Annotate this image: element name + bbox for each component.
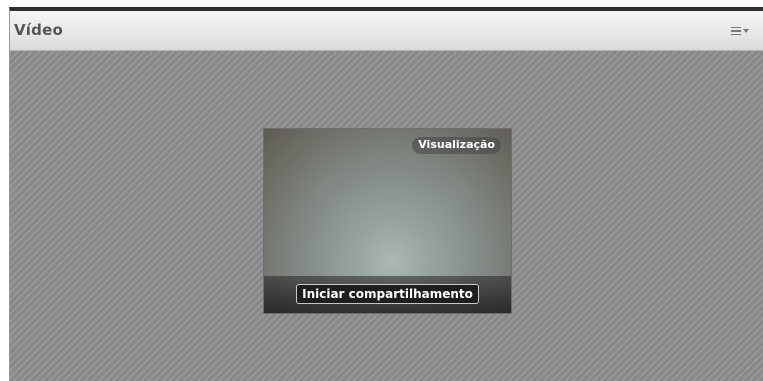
pod-header: Vídeo	[10, 11, 763, 51]
pod-options-menu-icon[interactable]	[731, 24, 753, 38]
video-preview: Visualização Iniciar compartilhamento	[263, 128, 512, 314]
start-sharing-button[interactable]: Iniciar compartilhamento	[296, 284, 479, 304]
video-pod: Vídeo Visualização Iniciar compartilhame…	[9, 7, 763, 381]
pod-body: Visualização Iniciar compartilhamento	[10, 51, 763, 381]
video-control-bar: Iniciar compartilhamento	[264, 276, 511, 313]
pod-title: Vídeo	[14, 21, 63, 39]
preview-badge: Visualização	[412, 137, 501, 154]
chevron-down-icon	[743, 29, 749, 33]
hamburger-icon	[731, 26, 741, 36]
